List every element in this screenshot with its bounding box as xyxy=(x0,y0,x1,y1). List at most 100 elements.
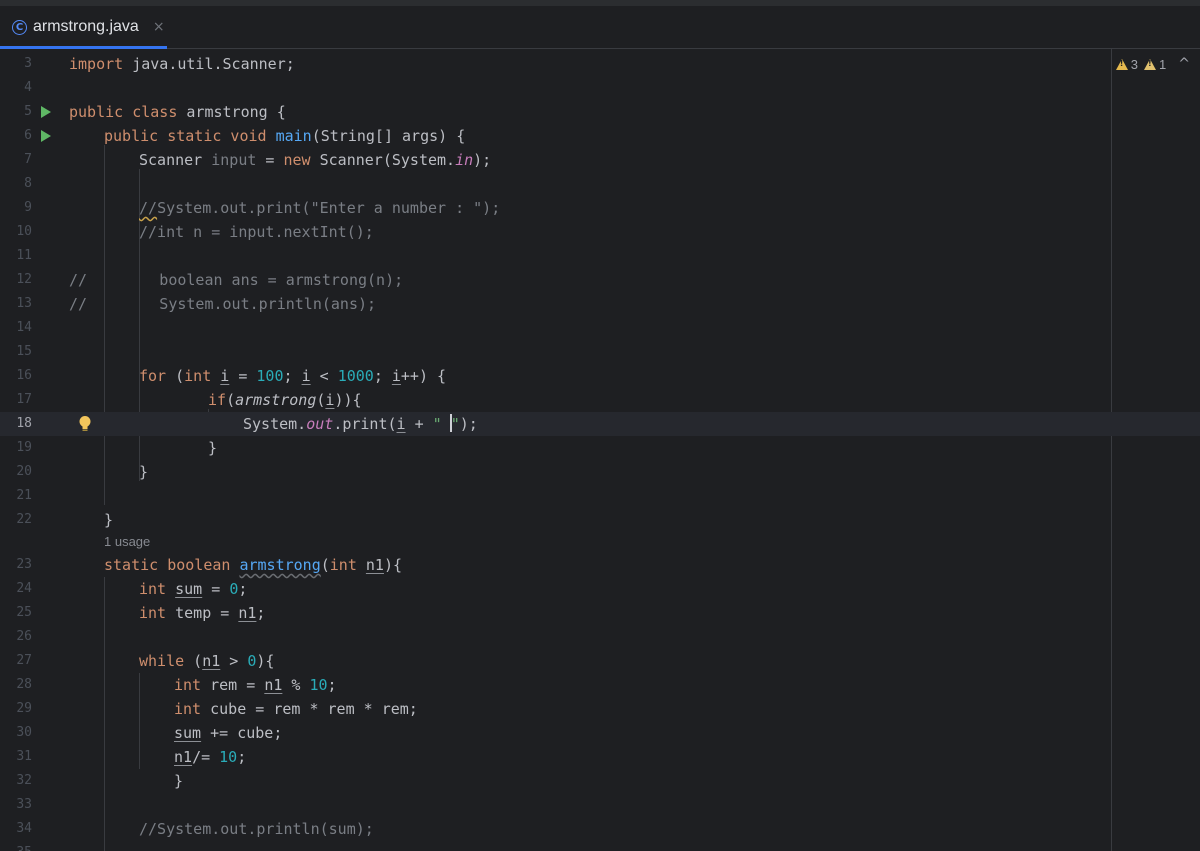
line-number: 10 xyxy=(16,224,32,239)
line-number: 20 xyxy=(16,464,32,479)
line-number: 32 xyxy=(16,773,32,788)
code-line: 21 xyxy=(0,484,1200,508)
code-text: public class armstrong { xyxy=(69,103,286,121)
code-line: 31 n1/= 10; xyxy=(0,745,1200,769)
line-number: 12 xyxy=(16,272,32,287)
line-number: 30 xyxy=(16,725,32,740)
code-line: 16 for (int i = 100; i < 1000; i++) { xyxy=(0,364,1200,388)
line-number: 24 xyxy=(16,581,32,596)
line-number: 29 xyxy=(16,701,32,716)
line-number: 25 xyxy=(16,605,32,620)
code-text: if(armstrong(i)){ xyxy=(208,391,362,409)
line-number: 31 xyxy=(16,749,32,764)
code-text: int sum = 0; xyxy=(139,580,248,598)
line-number: 6 xyxy=(24,128,32,143)
line-number: 7 xyxy=(24,152,32,167)
line-number: 33 xyxy=(16,797,32,812)
code-text: import java.util.Scanner; xyxy=(69,55,295,73)
code-line: 28 int rem = n1 % 10; xyxy=(0,673,1200,697)
code-line: 15 xyxy=(0,340,1200,364)
code-text: static boolean armstrong(int n1){ xyxy=(104,556,403,574)
line-number: 21 xyxy=(16,488,32,503)
code-text: int temp = n1; xyxy=(139,604,266,622)
usages-hint[interactable]: 1 usage xyxy=(104,530,150,554)
code-line: 14 xyxy=(0,316,1200,340)
line-number: 17 xyxy=(16,392,32,407)
code-text: int cube = rem * rem * rem; xyxy=(174,700,418,718)
line-number: 23 xyxy=(16,557,32,572)
code-text: sum += cube; xyxy=(174,724,283,742)
lightbulb-icon[interactable] xyxy=(78,415,92,433)
line-number: 14 xyxy=(16,320,32,335)
code-text: } xyxy=(208,439,218,457)
code-line: 12 // boolean ans = armstrong(n); xyxy=(0,268,1200,292)
code-line: 22 } xyxy=(0,508,1200,532)
code-line: 27 while (n1 > 0){ xyxy=(0,649,1200,673)
code-line: 19 } xyxy=(0,436,1200,460)
line-number: 13 xyxy=(16,296,32,311)
code-line: 35 xyxy=(0,841,1200,851)
code-line: 29 int cube = rem * rem * rem; xyxy=(0,697,1200,721)
code-line: 20 } xyxy=(0,460,1200,484)
code-line: 25 int temp = n1; xyxy=(0,601,1200,625)
line-number: 18 xyxy=(16,416,32,431)
code-text: public static void main(String[] args) { xyxy=(104,127,466,145)
line-number: 19 xyxy=(16,440,32,455)
code-text: //System.out.print("Enter a number : "); xyxy=(139,199,501,217)
code-line: 17 if(armstrong(i)){ xyxy=(0,388,1200,412)
line-number: 35 xyxy=(0,841,32,851)
tab-label: armstrong.java xyxy=(33,18,139,35)
tab-armstrong-java[interactable]: C armstrong.java × xyxy=(0,6,167,49)
run-triangle-icon[interactable] xyxy=(41,106,51,118)
code-line: 23 static boolean armstrong(int n1){ xyxy=(0,553,1200,577)
code-text: // boolean ans = armstrong(n); xyxy=(69,271,404,289)
code-text: for (int i = 100; i < 1000; i++) { xyxy=(139,367,447,385)
code-line: 11 xyxy=(0,244,1200,268)
code-text: // System.out.println(ans); xyxy=(69,295,377,313)
code-text: System.out.print(i + " "); xyxy=(243,414,478,433)
line-number: 4 xyxy=(24,80,32,95)
code-line: 3 import java.util.Scanner; xyxy=(0,52,1200,76)
code-line: 26 xyxy=(0,625,1200,649)
code-text: } xyxy=(139,463,149,481)
code-line: 4 xyxy=(0,76,1200,100)
code-text: while (n1 > 0){ xyxy=(139,652,275,670)
code-line: 6 public static void main(String[] args)… xyxy=(0,124,1200,148)
line-number: 26 xyxy=(16,629,32,644)
line-number: 27 xyxy=(16,653,32,668)
code-line: 32 } xyxy=(0,769,1200,793)
code-line: 10 //int n = input.nextInt(); xyxy=(0,220,1200,244)
code-text: Scanner input = new Scanner(System.in); xyxy=(139,151,492,169)
run-triangle-icon[interactable] xyxy=(41,130,51,142)
code-text: //int n = input.nextInt(); xyxy=(139,223,374,241)
code-line: 24 int sum = 0; xyxy=(0,577,1200,601)
code-line: 7 Scanner input = new Scanner(System.in)… xyxy=(0,148,1200,172)
code-text: } xyxy=(174,772,184,790)
line-number: 15 xyxy=(16,344,32,359)
code-text: n1/= 10; xyxy=(174,748,247,766)
class-c-icon: C xyxy=(12,19,27,35)
code-line-current: 18 System.out.print(i + " "); xyxy=(0,412,1200,436)
code-text: int rem = n1 % 10; xyxy=(174,676,337,694)
editor-tab-bar: C armstrong.java × xyxy=(0,6,1200,49)
line-number: 11 xyxy=(16,248,32,263)
code-line: 5 public class armstrong { xyxy=(0,100,1200,124)
line-number: 3 xyxy=(24,56,32,71)
code-editor[interactable]: 3 import java.util.Scanner; 4 5 public c… xyxy=(0,49,1200,851)
line-number: 22 xyxy=(16,512,32,527)
code-line: 30 sum += cube; xyxy=(0,721,1200,745)
close-icon[interactable]: × xyxy=(153,19,165,35)
code-line: 8 xyxy=(0,172,1200,196)
line-number: 28 xyxy=(16,677,32,692)
line-number: 34 xyxy=(16,821,32,836)
code-line: 34 //System.out.println(sum); xyxy=(0,817,1200,841)
line-number: 16 xyxy=(16,368,32,383)
code-line: 33 xyxy=(0,793,1200,817)
line-number: 9 xyxy=(24,200,32,215)
code-text: //System.out.println(sum); xyxy=(139,820,374,838)
code-line: 13 // System.out.println(ans); xyxy=(0,292,1200,316)
line-number: 5 xyxy=(24,104,32,119)
code-line: 9 //System.out.print("Enter a number : "… xyxy=(0,196,1200,220)
code-text: } xyxy=(104,511,114,529)
line-number: 8 xyxy=(24,176,32,191)
